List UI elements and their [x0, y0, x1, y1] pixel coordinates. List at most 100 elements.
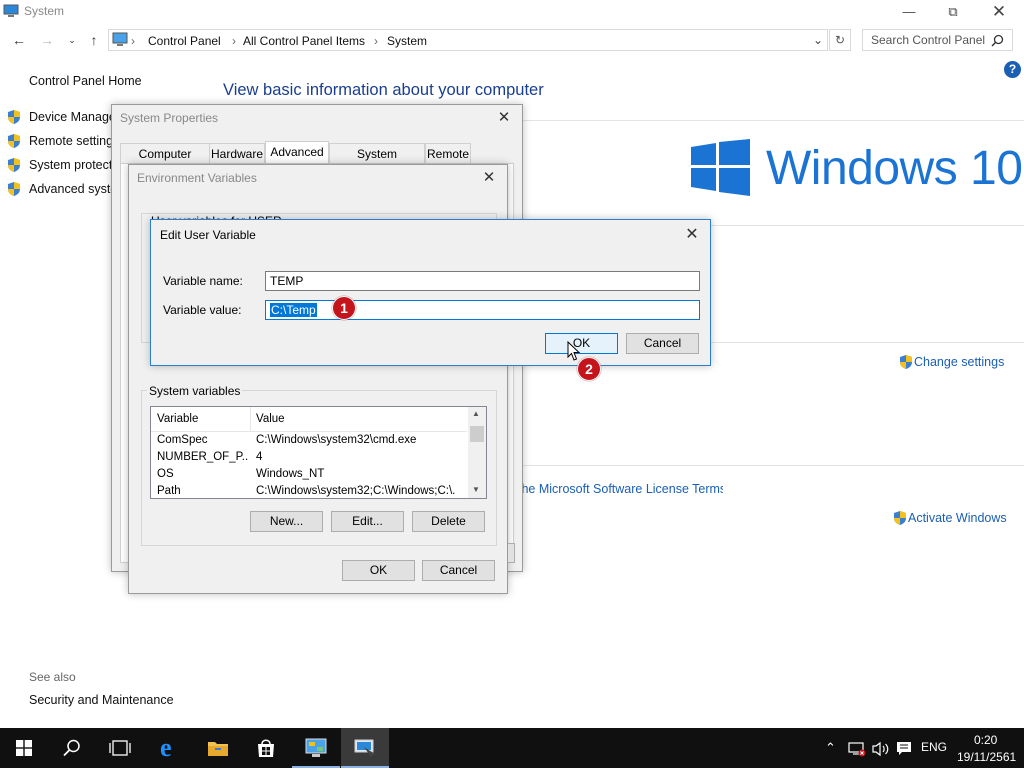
cell-value: 4 [256, 451, 263, 463]
tab-hardware[interactable]: Hardware [209, 143, 265, 163]
volume-icon[interactable] [872, 741, 890, 757]
variable-value-label: Variable value: [163, 303, 242, 317]
close-icon[interactable]: ✕ [477, 167, 501, 189]
close-icon[interactable]: ✕ [680, 224, 704, 246]
search-icon [63, 739, 80, 757]
close-button[interactable]: ✕ [976, 0, 1022, 24]
cancel-button[interactable]: Cancel [422, 560, 495, 581]
tab-computer-name[interactable]: Computer Name [120, 143, 210, 181]
page-title: View basic information about your comput… [223, 81, 544, 99]
start-button[interactable] [0, 728, 48, 768]
control-panel-taskbar-button[interactable] [292, 728, 340, 768]
show-hidden-icons-icon[interactable]: ⌃ [825, 740, 836, 756]
input-language[interactable]: ENG [921, 740, 947, 754]
tab-system-protection[interactable]: System Protection [329, 143, 425, 181]
table-row[interactable]: ComSpec C:\Windows\system32\cmd.exe [151, 433, 467, 450]
up-button[interactable]: ↑ [84, 31, 104, 49]
task-view-icon [109, 740, 131, 756]
cell-variable: Path [157, 485, 181, 497]
control-panel-home-link[interactable]: Control Panel Home [29, 74, 142, 88]
variable-value-field[interactable]: C:\Temp [265, 300, 700, 320]
divider [710, 225, 1024, 226]
scroll-down-icon[interactable]: ▼ [472, 485, 480, 494]
network-icon[interactable] [848, 741, 866, 757]
system-properties-taskbar-button[interactable] [341, 728, 389, 768]
new-button[interactable]: New... [250, 511, 323, 532]
breadcrumb-separator-icon: › [374, 34, 378, 48]
breadcrumb-control-panel[interactable]: Control Panel [148, 34, 221, 48]
remote-settings-link[interactable]: Remote settings [29, 134, 111, 148]
ok-button[interactable]: OK [342, 560, 415, 581]
column-header-value[interactable]: Value [256, 413, 285, 425]
variable-name-label: Variable name: [163, 274, 243, 288]
edit-button[interactable]: Edit... [331, 511, 404, 532]
scrollbar-thumb[interactable] [470, 426, 484, 442]
table-row[interactable]: OS Windows_NT [151, 467, 467, 484]
title-bar: System — ⧉ ✕ [0, 0, 1024, 24]
control-panel-icon [305, 738, 327, 757]
system-icon [3, 4, 19, 17]
variable-name-field[interactable]: TEMP [265, 271, 700, 291]
tab-advanced[interactable]: Advanced [265, 141, 329, 164]
maximize-button[interactable]: ⧉ [930, 0, 976, 24]
close-icon[interactable]: ✕ [492, 107, 516, 129]
cell-value: Windows_NT [256, 468, 325, 480]
store-button[interactable] [242, 728, 290, 768]
breadcrumb-all-items[interactable]: All Control Panel Items [243, 34, 365, 48]
device-manager-link[interactable]: Device Manager [29, 110, 111, 124]
advanced-system-settings-link[interactable]: Advanced system settings [29, 182, 111, 196]
file-explorer-button[interactable] [194, 728, 242, 768]
window-title: System [24, 4, 65, 18]
back-button[interactable]: ← [9, 31, 29, 49]
divider [520, 120, 1024, 121]
windows-start-icon [16, 740, 32, 756]
chevron-down-icon[interactable]: ⌄ [813, 33, 823, 47]
edge-icon: e [160, 733, 172, 762]
task-view-button[interactable] [96, 728, 144, 768]
shield-icon [900, 355, 912, 369]
column-divider [250, 407, 251, 431]
scroll-up-icon[interactable]: ▲ [472, 409, 480, 418]
breadcrumb-separator-icon: › [232, 34, 236, 48]
dialog-title: Environment Variables [137, 171, 257, 185]
cancel-button[interactable]: Cancel [626, 333, 699, 354]
table-row[interactable]: NUMBER_OF_P... 4 [151, 450, 467, 467]
minimize-button[interactable]: — [886, 0, 932, 24]
clock-time[interactable]: 0:20 [974, 733, 997, 747]
folder-icon [208, 742, 228, 756]
tab-remote[interactable]: Remote [425, 143, 471, 163]
breadcrumb-system[interactable]: System [387, 34, 427, 48]
dialog-title: Edit User Variable [160, 228, 256, 242]
cell-variable: ComSpec [157, 434, 208, 446]
windows-brand-text: Windows 10 [766, 142, 1023, 195]
control-panel-icon [112, 32, 128, 46]
forward-button[interactable]: → [37, 31, 57, 49]
divider [520, 465, 1024, 466]
edit-user-variable-dialog: Edit User Variable ✕ Variable name: TEMP… [150, 219, 711, 366]
ok-button[interactable]: OK [545, 333, 618, 354]
refresh-button[interactable]: ↻ [829, 29, 851, 51]
store-icon [258, 739, 274, 757]
license-terms-link[interactable]: the Microsoft Software License Terms [518, 482, 723, 496]
column-header-variable[interactable]: Variable [157, 413, 198, 425]
address-bar[interactable]: › Control Panel › All Control Panel Item… [108, 29, 828, 51]
activate-windows-link[interactable]: Activate Windows [908, 511, 1007, 525]
vertical-scrollbar[interactable]: ▲ ▼ [468, 407, 486, 498]
search-icon [991, 34, 1004, 47]
search-button[interactable] [48, 728, 96, 768]
security-maintenance-link[interactable]: Security and Maintenance [29, 693, 174, 707]
apply-button-edge[interactable] [508, 543, 515, 563]
change-settings-link[interactable]: Change settings [914, 355, 1004, 369]
clock-date[interactable]: 19/11/2561 [957, 750, 1016, 764]
help-icon[interactable]: ? [1004, 61, 1021, 78]
edge-button[interactable]: e [146, 728, 194, 768]
delete-button[interactable]: Delete [412, 511, 485, 532]
shield-icon [8, 158, 20, 172]
system-protection-link[interactable]: System protection [29, 158, 111, 172]
windows-logo-icon [691, 139, 750, 196]
system-variables-label: System variables [147, 384, 243, 398]
recent-dropdown-icon[interactable]: ⌄ [62, 31, 82, 49]
system-variables-list[interactable]: Variable Value ComSpec C:\Windows\system… [150, 406, 487, 499]
notification-icon[interactable] [896, 741, 912, 757]
table-row[interactable]: Path C:\Windows\system32;C:\Windows;C:\.… [151, 484, 467, 498]
